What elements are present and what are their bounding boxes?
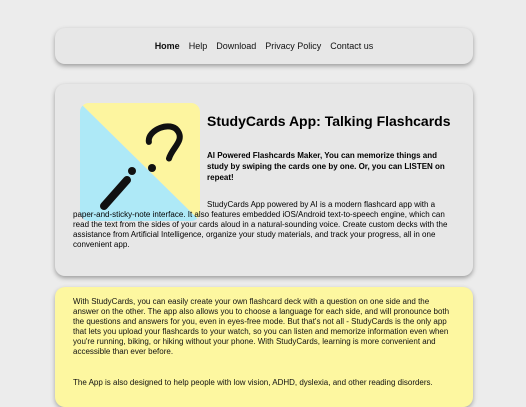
page-title: StudyCards App: Talking Flashcards bbox=[207, 113, 451, 129]
nav-contact-us-link[interactable]: Contact us bbox=[330, 41, 373, 51]
nav-home-link[interactable]: Home bbox=[155, 41, 180, 51]
nav-privacy-policy-link[interactable]: Privacy Policy bbox=[265, 41, 321, 51]
hero-subtitle: AI Powered Flashcards Maker, You can mem… bbox=[207, 151, 445, 182]
hero-description: StudyCards App powered by AI is a modern… bbox=[73, 200, 448, 249]
info-paragraph: With StudyCards, you can easily create y… bbox=[73, 297, 450, 356]
info-card: With StudyCards, you can easily create y… bbox=[55, 287, 473, 407]
nav-help-link[interactable]: Help bbox=[189, 41, 208, 51]
accessibility-paragraph: The App is also designed to help people … bbox=[73, 378, 433, 387]
hero-card: StudyCards App: Talking Flashcards AI Po… bbox=[55, 84, 473, 276]
nav-download-link[interactable]: Download bbox=[216, 41, 256, 51]
top-navigation: Home Help Download Privacy Policy Contac… bbox=[55, 28, 473, 64]
